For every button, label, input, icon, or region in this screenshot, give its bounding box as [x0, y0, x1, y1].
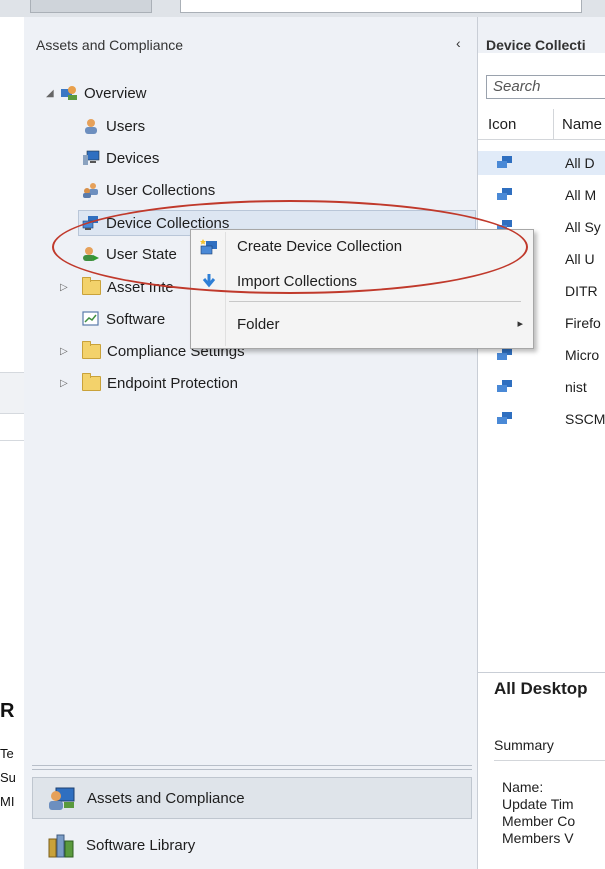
workspace-splitter[interactable]	[32, 765, 472, 766]
row-name: All Sy	[565, 219, 601, 235]
workspace-label: Software Library	[86, 836, 196, 854]
results-pane: Device Collecti Search Icon Name All D A…	[478, 17, 605, 869]
row-name: All U	[565, 251, 595, 267]
detail-property: Member Co	[502, 813, 576, 829]
details-title: All Desktop	[494, 679, 588, 698]
device-collection-icon	[497, 188, 512, 200]
table-row[interactable]: SSCM	[478, 407, 605, 431]
menu-item-folder[interactable]: Folder ▸	[191, 310, 533, 340]
user-collections-icon	[83, 183, 98, 198]
import-icon	[202, 274, 216, 288]
row-name: DITR	[565, 283, 598, 299]
folder-icon	[82, 372, 101, 391]
menu-label: Create Device Collection	[237, 238, 403, 255]
workspace-label: Assets and Compliance	[87, 789, 245, 807]
expand-arrow-icon[interactable]: ▷	[60, 282, 82, 293]
background-window-edge: R Te Su MI	[0, 0, 24, 869]
tree-label-software-metering: Software	[106, 310, 166, 328]
navigation-pane: Assets and Compliance ‹ ◢ Overview Users…	[24, 17, 478, 869]
device-collection-icon	[497, 380, 512, 392]
tree-label-user-collections: User Collections	[106, 181, 216, 199]
background-band	[0, 372, 24, 414]
expand-arrow-icon[interactable]: ▷	[60, 378, 82, 389]
column-header-name[interactable]: Name	[562, 116, 602, 133]
tree-item-asset-intelligence[interactable]: ▷ Asset Inte	[60, 275, 174, 299]
table-row[interactable]: nist	[478, 375, 605, 399]
menu-item-import-collections[interactable]: Import Collections	[191, 267, 533, 297]
user-icon	[85, 119, 97, 134]
collapse-pane-button[interactable]: ‹	[456, 35, 461, 51]
search-input[interactable]: Search	[486, 75, 605, 99]
workspace-splitter-line	[32, 769, 472, 770]
menu-label: Import Collections	[237, 273, 358, 290]
tree-label-asset-intelligence: Asset Inte	[107, 278, 174, 296]
device-collection-icon	[497, 348, 512, 360]
tree-label-user-state: User State	[106, 245, 177, 263]
row-name: All D	[565, 155, 595, 171]
menu-label: Folder	[237, 316, 280, 333]
background-text-2: Su	[0, 770, 16, 785]
tree-item-user-collections[interactable]: User Collections	[82, 178, 215, 202]
tree-item-overview[interactable]: ◢ Overview	[46, 81, 147, 105]
software-library-icon	[48, 834, 74, 858]
row-name: nist	[565, 379, 587, 395]
expand-arrow-icon[interactable]: ▷	[60, 346, 82, 357]
column-divider[interactable]	[553, 109, 554, 139]
assets-and-compliance-icon	[49, 787, 75, 810]
background-divider	[0, 440, 24, 441]
submenu-arrow-icon: ▸	[517, 318, 523, 330]
context-menu: Create Device Collection Import Collecti…	[190, 229, 534, 349]
tree-label-users: Users	[106, 117, 146, 135]
details-section-summary: Summary	[494, 737, 554, 753]
table-row[interactable]: All D	[478, 151, 605, 175]
detail-property: Name:	[502, 779, 544, 795]
tree-label-overview: Overview	[84, 84, 147, 102]
detail-property: Members V	[502, 830, 574, 846]
folder-icon	[82, 340, 101, 359]
results-header: Device Collecti	[478, 17, 605, 53]
device-collection-icon	[497, 412, 512, 424]
results-title: Device Collecti	[486, 37, 586, 53]
row-name: SSCM	[565, 411, 605, 427]
column-header-icon[interactable]: Icon	[488, 116, 516, 133]
device-collection-icon	[497, 156, 512, 168]
row-name: Micro	[565, 347, 600, 363]
ribbon-toolbar	[24, 0, 605, 18]
address-bar[interactable]	[180, 0, 582, 13]
create-collection-icon	[200, 239, 217, 255]
menu-item-create-device-collection[interactable]: Create Device Collection	[191, 232, 533, 262]
expand-arrow-icon[interactable]: ◢	[46, 88, 60, 99]
user-state-icon	[83, 247, 99, 261]
workspace-software-library[interactable]: Software Library	[32, 825, 470, 865]
tree-item-endpoint-protection[interactable]: ▷ Endpoint Protection	[60, 371, 238, 395]
tree-item-software-metering[interactable]: Software	[82, 307, 165, 331]
tree-item-users[interactable]: Users	[82, 114, 145, 138]
toolbar-button[interactable]	[30, 0, 152, 13]
workspace-assets-and-compliance[interactable]: Assets and Compliance	[32, 777, 472, 819]
background-toolbar-strip	[0, 0, 24, 17]
tree-item-devices[interactable]: Devices	[82, 146, 159, 170]
menu-separator	[229, 301, 521, 302]
nav-pane-title: Assets and Compliance	[36, 37, 184, 53]
device-collections-icon	[82, 216, 98, 230]
row-name: All M	[565, 187, 597, 203]
detail-property: Update Tim	[502, 796, 574, 812]
summary-divider	[494, 760, 605, 761]
background-text-1: Te	[0, 746, 14, 761]
tree-label-endpoint-protection: Endpoint Protection	[107, 374, 238, 392]
details-splitter[interactable]	[478, 672, 605, 673]
table-row[interactable]: All M	[478, 183, 605, 207]
software-metering-icon	[82, 311, 99, 326]
background-text-3: MI	[0, 794, 15, 809]
tree-label-devices: Devices	[106, 149, 160, 167]
background-heading: R	[0, 700, 15, 722]
header-divider	[478, 139, 605, 140]
tree-item-user-state[interactable]: User State	[82, 242, 177, 266]
folder-icon	[82, 276, 101, 295]
devices-icon	[83, 150, 100, 165]
search-placeholder: Search	[493, 78, 541, 95]
row-name: Firefo	[565, 315, 601, 331]
overview-icon	[61, 86, 77, 100]
